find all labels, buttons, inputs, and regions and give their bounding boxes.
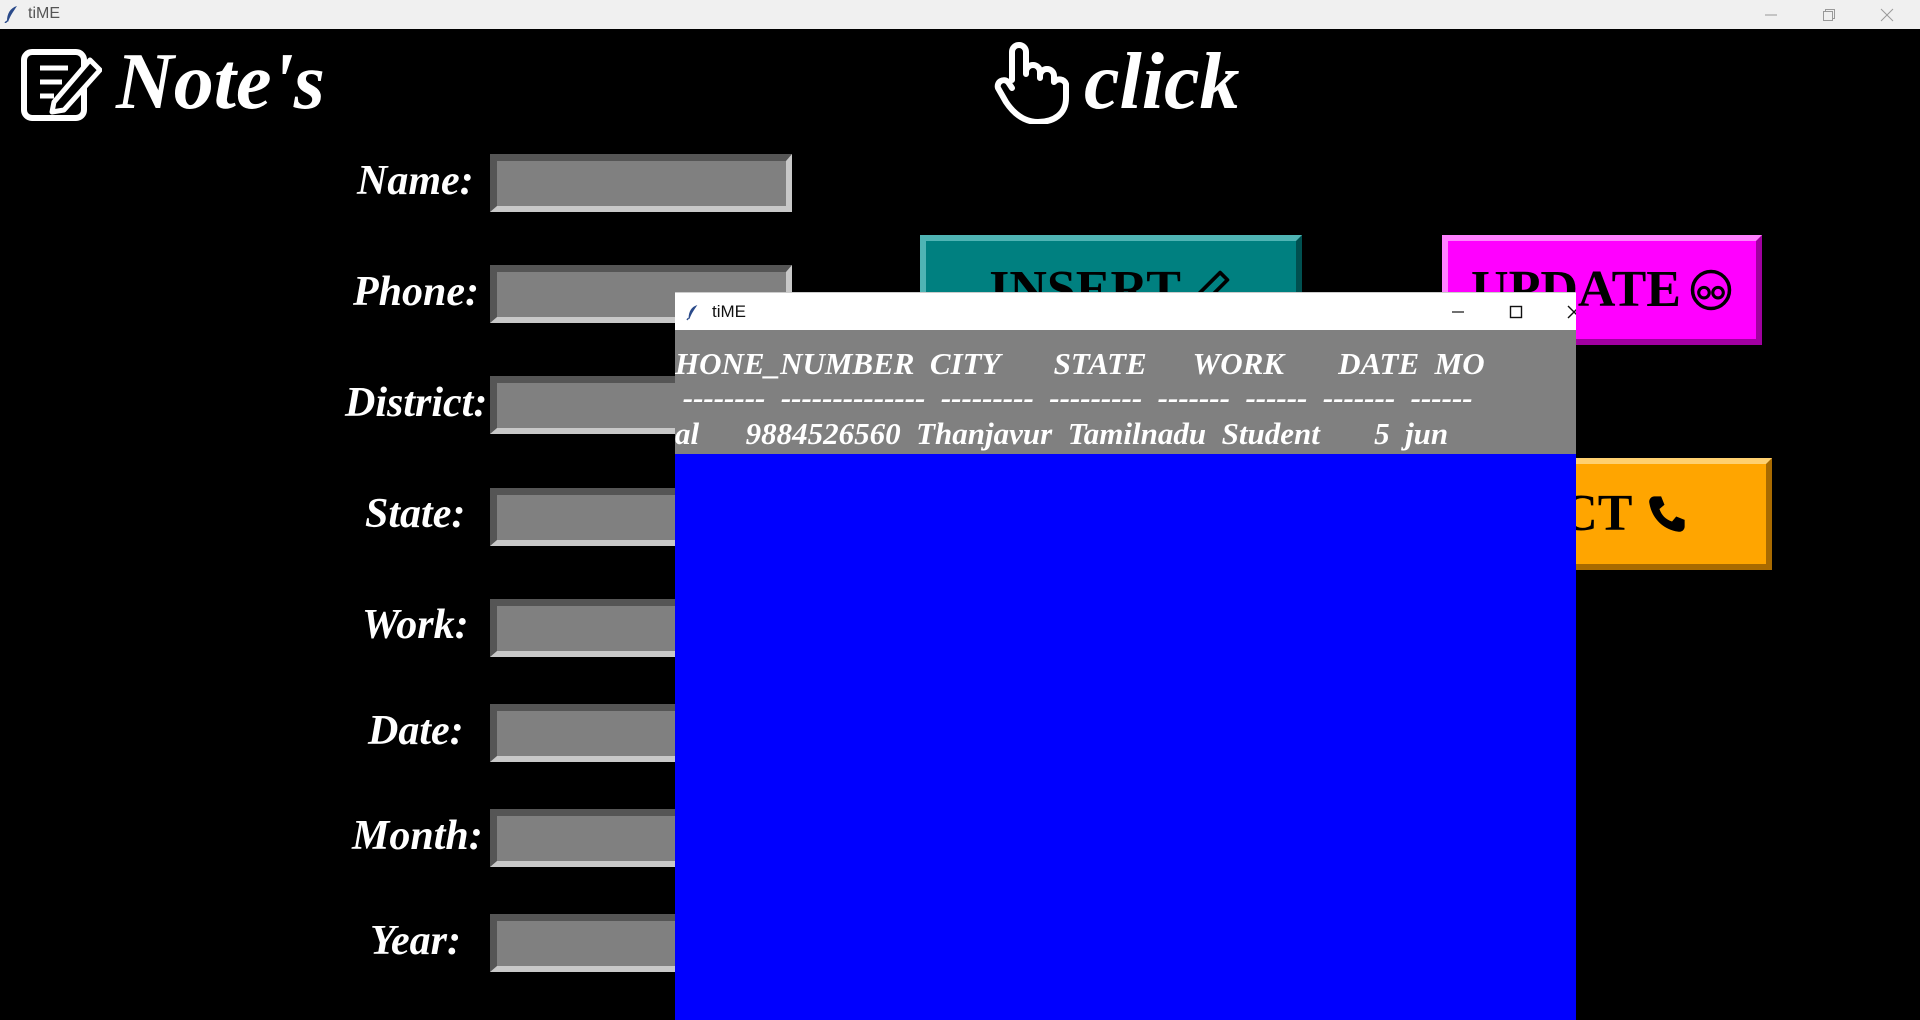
name-label: Name: <box>357 158 474 204</box>
popup-title-bar[interactable]: tiME <box>675 292 1576 330</box>
eyes-icon <box>1690 269 1732 311</box>
click-heading: click <box>992 40 1239 124</box>
state-label: State: <box>365 491 466 537</box>
popup-minimize-button[interactable] <box>1429 293 1487 331</box>
popup-close-button[interactable] <box>1545 293 1576 331</box>
date-label: Date: <box>368 708 464 754</box>
records-popup[interactable]: tiME HONE_NUMBER CITY STATE WORK DATE MO… <box>675 292 1576 1020</box>
records-separator-row: -------- -------------- --------- ------… <box>675 380 1473 415</box>
pointing-hand-icon <box>994 42 1069 124</box>
close-icon <box>1880 8 1894 21</box>
work-label: Work: <box>362 602 469 648</box>
window-title: tiME <box>28 5 60 22</box>
popup-title: tiME <box>712 302 746 321</box>
feather-icon <box>4 6 17 23</box>
phone-icon <box>1649 496 1686 532</box>
feather-icon <box>686 305 698 321</box>
restore-button[interactable] <box>1800 0 1858 29</box>
notes-title: Note's <box>116 38 325 126</box>
popup-maximize-button[interactable] <box>1487 293 1545 331</box>
name-field[interactable] <box>490 154 792 212</box>
maximize-icon <box>1509 305 1523 319</box>
restore-icon <box>1823 8 1835 21</box>
year-label: Year: <box>370 918 461 964</box>
district-label: District: <box>345 380 488 426</box>
records-header-row: HONE_NUMBER CITY STATE WORK DATE MO <box>675 346 1485 381</box>
month-label: Month: <box>352 813 483 859</box>
note-edit-icon <box>21 49 102 121</box>
click-title: click <box>1084 38 1240 126</box>
close-icon <box>1567 305 1576 319</box>
records-panel: HONE_NUMBER CITY STATE WORK DATE MO ----… <box>675 330 1576 454</box>
minimize-icon <box>1452 311 1464 313</box>
record-row: al 9884526560 Thanjavur Tamilnadu Studen… <box>675 416 1449 451</box>
close-button[interactable] <box>1858 0 1916 29</box>
minimize-icon <box>1765 14 1777 15</box>
name-input[interactable] <box>497 161 786 206</box>
main-title-bar: tiME <box>0 0 1920 29</box>
phone-label: Phone: <box>353 269 479 315</box>
minimize-button[interactable] <box>1742 0 1800 29</box>
notes-heading: Note's <box>18 40 325 124</box>
